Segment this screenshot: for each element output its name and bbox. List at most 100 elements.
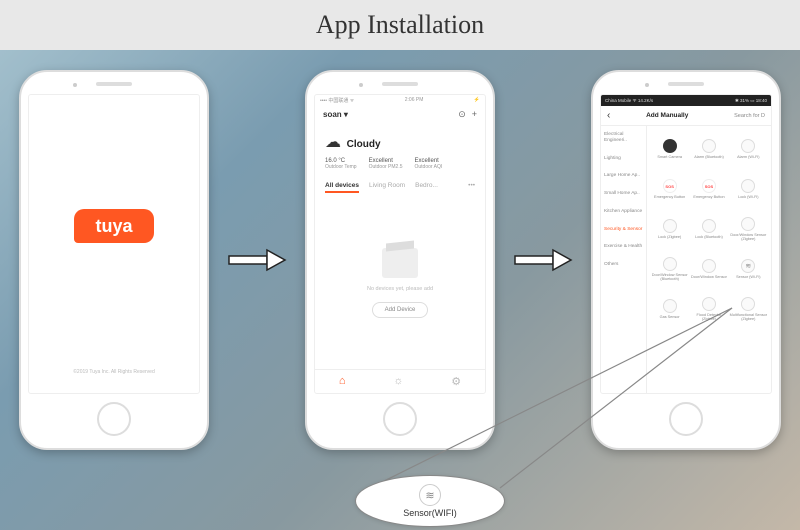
device-item[interactable]: Lock (Zigbee) [650,209,689,249]
status-right: ✱ 31% ▭ 18:40 [735,98,767,104]
device-label: Emergency Button [693,195,724,199]
device-item[interactable]: Door/Window Sensor [689,249,728,289]
status-left: •••• 中国联通 ᯤ [320,97,354,104]
tabs-more-icon[interactable]: ••• [468,182,475,193]
status-right: ⚡ [474,97,480,103]
tuya-logo: tuya [74,209,154,243]
header-search[interactable]: Search for D [734,113,765,119]
category-item[interactable]: Security & Sensor [601,221,646,239]
device-icon: SOS [663,179,677,193]
tab-bedro-[interactable]: Bedro... [415,182,438,193]
device-icon [741,139,755,153]
device-item[interactable]: Gas Sensor [650,289,689,329]
category-sidebar: Electrical Engineeri..LightingLarge Home… [601,126,647,393]
device-label: Lock (Wi-Fi) [738,195,758,199]
category-item[interactable]: Small Home Ap.. [601,185,646,203]
device-icon [663,299,677,313]
category-item[interactable]: Large Home Ap.. [601,167,646,185]
phone-camera-dot [645,83,649,87]
account-dropdown[interactable]: soan ▾ [323,110,348,119]
phones-row: tuya ©2019 Tuya Inc. All Rights Reserved… [0,50,800,470]
device-item[interactable]: Lock (Wi-Fi) [729,169,768,209]
home-button[interactable] [669,402,703,436]
device-label: Gas Sensor [660,315,680,319]
device-item[interactable]: Alarm (Wi-Fi) [729,129,768,169]
plus-icon[interactable]: + [472,109,477,120]
add-device-button[interactable]: Add Device [372,302,429,318]
voice-icon[interactable]: ⊙ [458,109,466,120]
screen-add-device: China Mobile ᯤ 14.2K/s ✱ 31% ▭ 18:40 ‹ A… [600,94,772,394]
category-item[interactable]: Exercise & Health [601,238,646,256]
header-title[interactable]: Add Manually [600,112,734,119]
device-item[interactable]: Multifunctional Sensor (Zigbee) [729,289,768,329]
weather-stat: ExcellentOutdoor AQI [415,158,443,170]
device-item[interactable]: Flood Detector (Zigbee) [689,289,728,329]
device-icon [702,259,716,273]
device-label: Door/Window Sensor (Bluetooth) [650,273,689,281]
callout-bubble: ≋ Sensor(WIFI) [355,475,505,527]
status-left: China Mobile ᯤ 14.2K/s [605,98,653,104]
phone-speaker [96,82,132,86]
weather-card: ☁ Cloudy 16.0 °COutdoor TempExcellentOut… [315,124,485,176]
nav-my-home[interactable]: ⌂ [339,375,346,388]
nav-smart[interactable]: ☼ [393,375,403,388]
callout-label: Sensor(WIFI) [403,508,457,518]
device-icon [663,257,677,271]
empty-state: No devices yet, please add Add Device [315,196,485,369]
tab-all-devices[interactable]: All devices [325,182,359,193]
device-label: Smart Camera [657,155,682,159]
device-label: Door/Window Sensor (Zigbee) [729,233,768,241]
device-icon [702,139,716,153]
device-label: Sensor (Wi-Fi) [736,275,760,279]
arrow-icon [513,248,573,272]
device-label: Lock (Bluetooth) [695,235,723,239]
device-item[interactable]: Lock (Bluetooth) [689,209,728,249]
device-label: Door/Window Sensor [691,275,727,279]
app-header: soan ▾ ⊙ + [315,105,485,124]
phone-step-2: •••• 中国联通 ᯤ 2:06 PM ⚡ soan ▾ ⊙ + ☁ Cloud… [305,70,495,450]
category-item[interactable]: Kitchen Appliance [601,203,646,221]
phone-step-1: tuya ©2019 Tuya Inc. All Rights Reserved [19,70,209,450]
home-button[interactable] [97,402,131,436]
device-label: Alarm (Wi-Fi) [737,155,759,159]
nav-me[interactable]: ⚙ [451,375,461,388]
device-label: Emergency Button [654,195,685,199]
device-item[interactable]: SOS Emergency Button [650,169,689,209]
arrow-icon [227,248,287,272]
category-item[interactable]: Lighting [601,150,646,168]
status-bar: •••• 中国联通 ᯤ 2:06 PM ⚡ [315,95,485,105]
device-icon: ≋ [741,259,755,273]
screen-header: ‹ Add Manually Search for D [601,106,771,126]
device-icon [663,219,677,233]
screen-home: •••• 中国联通 ᯤ 2:06 PM ⚡ soan ▾ ⊙ + ☁ Cloud… [314,94,486,394]
device-icon [741,179,755,193]
bottom-nav: ⌂ ☼ ⚙ [315,369,485,393]
device-item[interactable]: ≋ Sensor (Wi-Fi) [729,249,768,289]
device-item[interactable]: Door/Window Sensor (Zigbee) [729,209,768,249]
device-item[interactable]: Alarm (Bluetooth) [689,129,728,169]
phone-camera-dot [359,83,363,87]
device-label: Lock (Zigbee) [658,235,681,239]
device-icon: SOS [702,179,716,193]
device-label: Flood Detector (Zigbee) [689,313,728,321]
category-item[interactable]: Electrical Engineeri.. [601,126,646,150]
cloud-icon: ☁ [325,134,341,151]
home-button[interactable] [383,402,417,436]
category-item[interactable]: Others [601,256,646,274]
tab-living-room[interactable]: Living Room [369,182,405,193]
device-item[interactable]: Door/Window Sensor (Bluetooth) [650,249,689,289]
box-icon [382,248,418,278]
screen-splash: tuya ©2019 Tuya Inc. All Rights Reserved [28,94,200,394]
phone-speaker [668,82,704,86]
device-icon [741,297,755,311]
device-item[interactable]: Smart Camera [650,129,689,169]
empty-text: No devices yet, please add [367,286,433,292]
weather-stat: ExcellentOutdoor PM2.5 [369,158,403,170]
phone-camera-dot [73,83,77,87]
sensor-wifi-icon: ≋ [419,484,441,506]
device-item[interactable]: SOS Emergency Button [689,169,728,209]
phone-speaker [382,82,418,86]
phone-step-3: China Mobile ᯤ 14.2K/s ✱ 31% ▭ 18:40 ‹ A… [591,70,781,450]
device-label: Multifunctional Sensor (Zigbee) [729,313,768,321]
device-icon [702,219,716,233]
